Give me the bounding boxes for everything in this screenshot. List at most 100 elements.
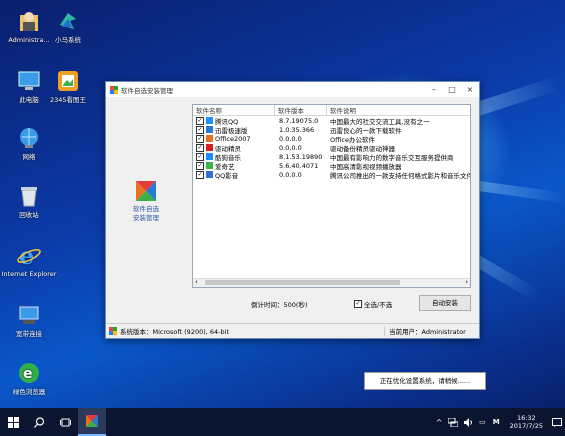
desktop-icon-network[interactable]: 网络 bbox=[1, 125, 57, 161]
software-row[interactable]: ✓ QQ影音 0.0.0.0 腾讯公司推出的一款支持任何格式影片和音乐文件的播放器 bbox=[193, 170, 470, 180]
software-checkbox[interactable]: ✓ bbox=[196, 116, 204, 125]
network-icon bbox=[16, 125, 42, 151]
os-version-text: 系统版本：Microsoft (9200), 64-bit bbox=[120, 326, 385, 336]
software-checkbox[interactable]: ✓ bbox=[196, 125, 204, 134]
software-name: Office2007 bbox=[215, 134, 251, 143]
software-icon bbox=[206, 162, 213, 169]
software-version: 8.7.19075.0 bbox=[279, 116, 319, 125]
select-all-label: 全选/不选 bbox=[364, 301, 393, 309]
app-logo-icon bbox=[110, 85, 118, 94]
software-name-cell: ✓ QQ影音 bbox=[193, 170, 275, 180]
software-version: 0.0.0.0 bbox=[279, 143, 302, 152]
software-checkbox[interactable]: ✓ bbox=[196, 134, 204, 143]
software-version: 5.6.40.4071 bbox=[279, 161, 319, 170]
desktop-icon-xiaoma[interactable]: 小马系统 bbox=[40, 8, 96, 44]
task-view-button[interactable] bbox=[52, 418, 78, 427]
broadband-icon bbox=[16, 302, 42, 328]
green-browser-icon: e bbox=[16, 360, 42, 386]
computer-icon bbox=[16, 68, 42, 94]
software-checkbox[interactable]: ✓ bbox=[196, 170, 204, 179]
countdown-text: 倒计时间：500(秒) bbox=[251, 301, 308, 309]
svg-text:e: e bbox=[23, 366, 33, 382]
desktop-icon-broadband[interactable]: 宽带连接 bbox=[1, 302, 57, 338]
select-all-checkbox[interactable]: ✓ 全选/不选 bbox=[354, 299, 392, 309]
software-icon bbox=[206, 126, 213, 133]
clock-time: 16:32 bbox=[516, 414, 536, 422]
scroll-right-arrow[interactable]: › bbox=[465, 278, 468, 286]
desktop-icon-label: 2345看图王 bbox=[49, 96, 87, 104]
start-button[interactable] bbox=[0, 416, 26, 428]
ie-icon: e bbox=[16, 242, 42, 268]
desktop-icon-label: 绿色浏览器 bbox=[12, 388, 46, 396]
software-install-window: 软件自选安装管理 – □ × 软件自选 安装管理 软件名称 软件版本 软件说明 … bbox=[105, 81, 480, 339]
language-indicator[interactable]: ▭ bbox=[479, 418, 486, 426]
software-icon bbox=[206, 144, 213, 151]
ime-indicator[interactable]: M bbox=[493, 418, 500, 426]
install-manager-logo-icon bbox=[136, 181, 156, 201]
desktop-icon-label: 小马系统 bbox=[55, 36, 81, 44]
software-name-cell: ✓ 迅雷极速版 bbox=[193, 125, 275, 135]
horizontal-scrollbar[interactable]: ‹ › bbox=[193, 278, 470, 287]
network-tray-icon[interactable] bbox=[448, 417, 459, 427]
windows-logo-icon bbox=[109, 327, 117, 335]
software-icon bbox=[206, 135, 213, 142]
desktop-icon-label: 回收站 bbox=[19, 211, 39, 219]
image-viewer-icon bbox=[55, 68, 81, 94]
column-header-version[interactable]: 软件版本 bbox=[275, 105, 327, 115]
clock-date: 2017/7/25 bbox=[509, 422, 543, 430]
desktop-icon-label: Internet Explorer bbox=[1, 270, 57, 278]
software-checkbox[interactable]: ✓ bbox=[196, 161, 204, 170]
bottom-controls: 倒计时间：500(秒) ✓ 全选/不选 自动安装 bbox=[106, 290, 479, 316]
desktop-icon-green-browser[interactable]: e 绿色浏览器 bbox=[1, 360, 57, 396]
desktop-icon-label: 网络 bbox=[22, 153, 36, 161]
scrollbar-thumb[interactable] bbox=[205, 280, 400, 285]
software-description: 腾讯公司推出的一款支持任何格式影片和音乐文件的播放器 bbox=[330, 171, 470, 180]
status-bar: 系统版本：Microsoft (9200), 64-bit 当前用户：Admin… bbox=[106, 323, 479, 338]
title-bar[interactable]: 软件自选安装管理 – □ × bbox=[106, 82, 479, 97]
software-version: 0.0.0.0 bbox=[279, 170, 302, 179]
clock[interactable]: 16:32 2017/7/25 bbox=[510, 414, 543, 430]
volume-icon[interactable] bbox=[464, 417, 473, 427]
desktop-icon-label: 宽带连接 bbox=[16, 330, 42, 338]
recycle-bin-icon bbox=[16, 183, 42, 209]
taskbar-app-installer[interactable] bbox=[78, 408, 106, 436]
software-checkbox[interactable]: ✓ bbox=[196, 152, 204, 161]
installer-app-icon bbox=[86, 415, 98, 427]
software-checkbox[interactable]: ✓ bbox=[196, 143, 204, 152]
software-name: 迅雷极速版 bbox=[215, 126, 248, 135]
install-manager-label: 软件自选 安装管理 bbox=[133, 205, 159, 222]
software-version: 8.1.53.19890 bbox=[279, 152, 323, 161]
notification-toast: 正在优化设置系统，请稍候...... bbox=[364, 372, 486, 390]
svg-text:e: e bbox=[19, 242, 34, 268]
taskbar: ^ ▭ M 16:32 2017/7/25 bbox=[0, 408, 565, 436]
desktop-icon-recycle-bin[interactable]: 回收站 bbox=[1, 183, 57, 219]
window-title: 软件自选安装管理 bbox=[121, 86, 173, 95]
left-pane: 软件自选 安装管理 bbox=[106, 97, 186, 316]
windows-start-icon bbox=[7, 416, 19, 428]
tray-overflow-button[interactable]: ^ bbox=[433, 418, 445, 427]
search-button[interactable] bbox=[26, 416, 52, 428]
software-icon bbox=[206, 153, 213, 160]
software-name: QQ影音 bbox=[215, 171, 239, 180]
user-folder-icon bbox=[16, 8, 42, 34]
maximize-button[interactable]: □ bbox=[443, 85, 461, 94]
column-header-name[interactable]: 软件名称 bbox=[193, 105, 275, 115]
minimize-button[interactable]: – bbox=[425, 85, 443, 94]
desktop-icon-ie[interactable]: e Internet Explorer bbox=[1, 242, 57, 278]
auto-install-button[interactable]: 自动安装 bbox=[419, 295, 471, 311]
software-name-cell: ✓ Office2007 bbox=[193, 134, 275, 143]
software-version: 1.0.35.366 bbox=[279, 125, 315, 134]
desktop-icon-2345[interactable]: 2345看图王 bbox=[40, 68, 96, 104]
notification-icon bbox=[552, 417, 562, 427]
column-header-description[interactable]: 软件说明 bbox=[327, 105, 470, 115]
list-header: 软件名称 软件版本 软件说明 bbox=[193, 105, 470, 116]
software-list[interactable]: 软件名称 软件版本 软件说明 ✓ 腾讯QQ 8.7.19075.0 中国最大的社交交流… bbox=[192, 104, 471, 288]
close-button[interactable]: × bbox=[461, 85, 479, 94]
search-icon bbox=[33, 416, 44, 428]
software-icon bbox=[206, 171, 213, 178]
select-all-checkbox-box[interactable]: ✓ bbox=[354, 300, 362, 308]
action-center-button[interactable] bbox=[549, 417, 565, 427]
task-view-icon bbox=[59, 418, 71, 426]
current-user-text: 当前用户：Administrator bbox=[389, 328, 466, 336]
scroll-left-arrow[interactable]: ‹ bbox=[195, 278, 198, 286]
